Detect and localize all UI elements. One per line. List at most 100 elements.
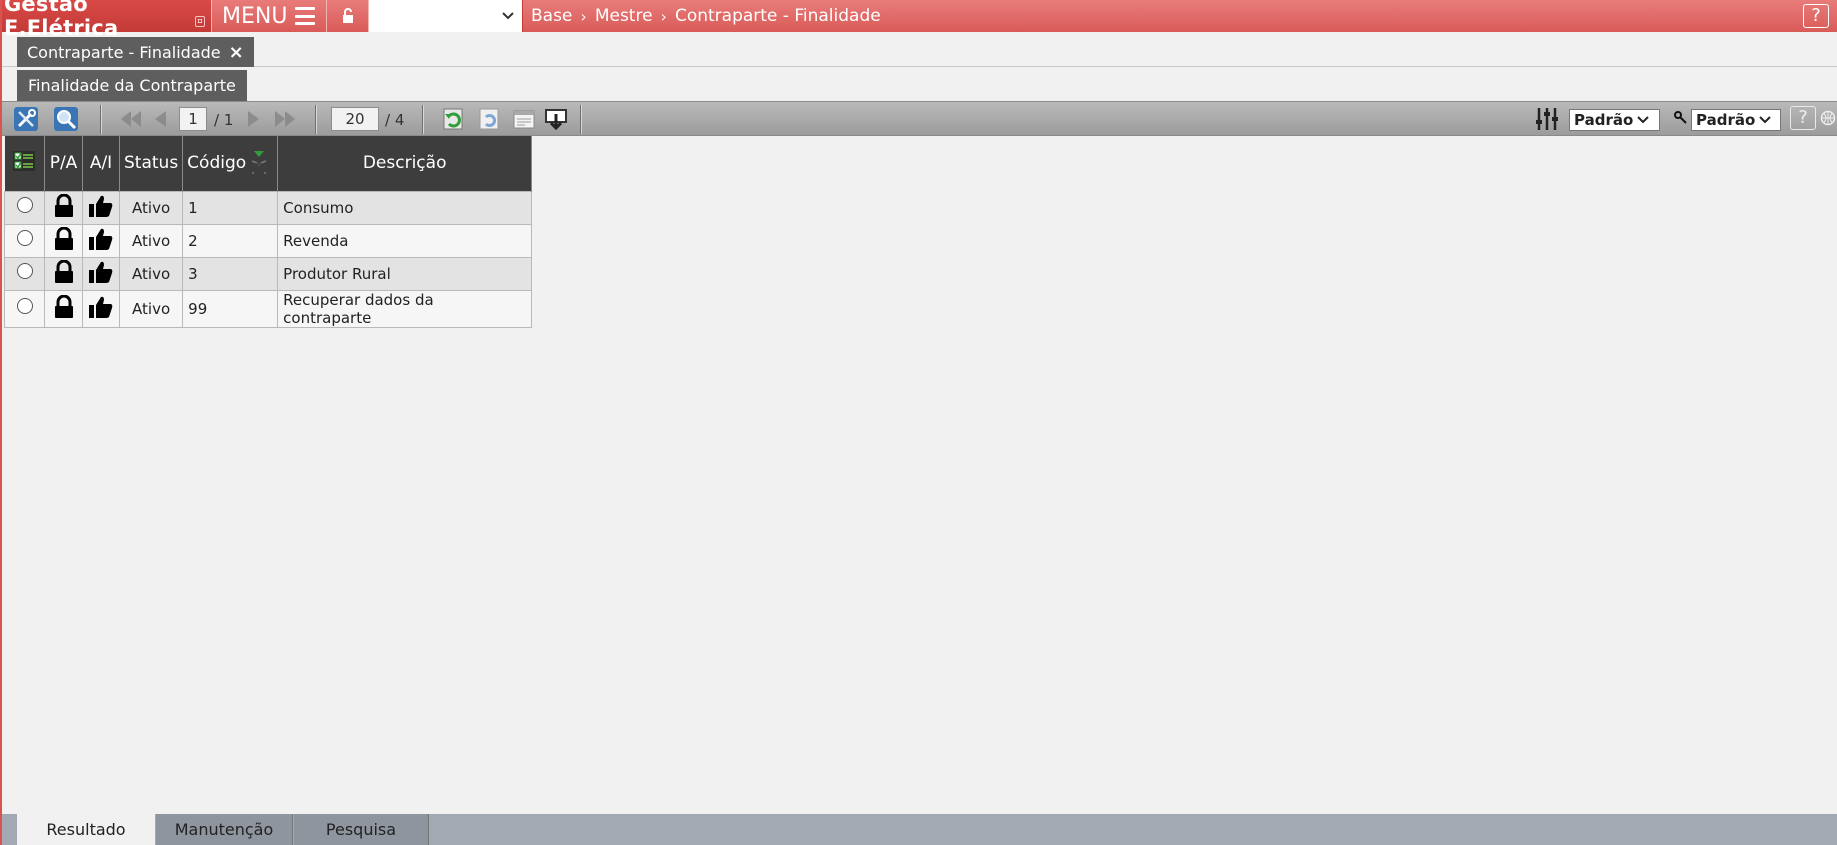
checklist-icon <box>13 150 36 171</box>
double-arrow-right-icon <box>275 111 295 127</box>
refresh-icon <box>443 108 463 130</box>
record-total: / 4 <box>385 111 405 129</box>
document-tabs: Contraparte - Finalidade × <box>2 33 1837 67</box>
row-radio[interactable] <box>4 256 45 291</box>
globe-icon[interactable] <box>1820 110 1836 126</box>
table-row[interactable]: Ativo 99 Recuperar dados da contraparte <box>4 289 533 328</box>
page-current-field[interactable]: 1 <box>178 106 208 132</box>
radio-button[interactable] <box>16 230 33 246</box>
row-radio[interactable] <box>4 190 45 225</box>
layout-button[interactable] <box>510 106 538 132</box>
codigo-cell: 1 <box>182 190 279 225</box>
status-cell: Ativo <box>118 256 184 291</box>
chevron-down-icon <box>1637 116 1649 124</box>
tools-icon <box>14 107 38 131</box>
lock-icon[interactable] <box>44 190 83 225</box>
thumbs-up-icon[interactable] <box>82 256 120 291</box>
descricao-cell: Consumo <box>277 190 533 225</box>
page-current-value: 1 <box>179 107 207 131</box>
layout-select[interactable]: Padrão <box>1569 109 1660 131</box>
filter-select[interactable]: Padrão <box>1691 109 1781 131</box>
first-page-button[interactable] <box>119 106 143 132</box>
column-header-pa[interactable]: P/A <box>44 136 83 191</box>
unlock-button[interactable] <box>327 0 369 32</box>
lock-icon[interactable] <box>44 223 83 258</box>
radio-button[interactable] <box>16 197 33 213</box>
menu-button[interactable]: MENU <box>212 0 327 32</box>
hamburger-icon <box>295 7 316 25</box>
row-radio[interactable] <box>4 223 45 258</box>
lock-icon[interactable] <box>44 256 83 291</box>
key-icon <box>1674 105 1688 131</box>
last-page-button[interactable] <box>273 106 297 132</box>
descricao-cell: Recuperar dados da contraparte <box>277 289 533 328</box>
tab-pesquisa[interactable]: Pesquisa <box>294 814 429 845</box>
column-header-descricao[interactable]: Descrição <box>277 136 533 191</box>
table-row[interactable]: Ativo 3 Produtor Rural <box>4 256 533 291</box>
layout-select-value: Padrão <box>1574 111 1634 129</box>
help-button[interactable]: ? <box>1803 4 1829 28</box>
pin-icon[interactable]: ⌑ <box>195 16 205 27</box>
result-grid: P/A A/I Status Código Descrição Ativo 1 … <box>4 136 533 328</box>
column-header-codigo-label: Código <box>187 153 247 174</box>
codigo-cell: 3 <box>182 256 279 291</box>
company-select[interactable] <box>369 0 523 32</box>
descricao-cell: Revenda <box>277 223 533 258</box>
toolbar-separator <box>422 105 424 134</box>
page-total: / 1 <box>214 111 234 129</box>
descricao-cell: Produtor Rural <box>277 256 533 291</box>
breadcrumb-item-base[interactable]: Base <box>531 6 572 26</box>
window-icon <box>513 110 535 129</box>
chevron-right-icon: › <box>580 6 587 26</box>
export-button[interactable] <box>542 106 570 132</box>
table-row[interactable]: Ativo 1 Consumo <box>4 190 533 225</box>
app-title[interactable]: Gestão E.Elétrica ⌑ <box>2 0 212 40</box>
breadcrumb-item-current: Contraparte - Finalidade <box>674 6 881 26</box>
page-size-value: 20 <box>331 107 379 131</box>
search-button[interactable] <box>52 106 80 132</box>
arrow-left-icon <box>155 111 166 127</box>
status-cell: Ativo <box>118 190 184 225</box>
tab-manutencao[interactable]: Manutenção <box>156 814 293 845</box>
tab-contraparte-finalidade[interactable]: Contraparte - Finalidade × <box>17 37 254 67</box>
tab-finalidade-da-contraparte[interactable]: Finalidade da Contraparte <box>17 70 247 101</box>
column-header-codigo[interactable]: Código <box>182 136 279 191</box>
tab-resultado[interactable]: Resultado <box>17 814 155 845</box>
breadcrumb: Base › Mestre › Contraparte - Finalidade <box>523 6 881 26</box>
tools-button[interactable] <box>12 106 40 132</box>
refresh-button[interactable] <box>440 106 468 132</box>
radio-button[interactable] <box>16 298 33 314</box>
toolbar-help-button[interactable]: ? <box>1790 106 1816 130</box>
column-header-ai[interactable]: A/I <box>82 136 120 191</box>
tab-label: Contraparte - Finalidade <box>27 42 221 62</box>
thumbs-up-icon[interactable] <box>82 223 120 258</box>
lock-icon[interactable] <box>44 289 83 328</box>
filter-select-value: Padrão <box>1696 111 1756 129</box>
codigo-cell: 99 <box>182 289 279 328</box>
arrow-right-icon <box>248 111 259 127</box>
grid-header-row: P/A A/I Status Código Descrição <box>4 136 533 191</box>
row-radio[interactable] <box>4 289 45 328</box>
radio-button[interactable] <box>16 263 33 279</box>
select-all-header[interactable] <box>4 136 45 191</box>
menu-label: MENU <box>222 3 288 29</box>
reload-icon <box>479 108 499 130</box>
toolbar-separator <box>100 105 102 134</box>
column-settings-button[interactable] <box>1533 106 1561 132</box>
column-header-status[interactable]: Status <box>119 136 184 191</box>
thumbs-up-icon[interactable] <box>82 289 120 328</box>
double-arrow-left-icon <box>121 111 141 127</box>
reload-button[interactable] <box>476 106 504 132</box>
table-row[interactable]: Ativo 2 Revenda <box>4 223 533 258</box>
prev-page-button[interactable] <box>152 106 168 132</box>
close-icon[interactable]: × <box>229 42 244 63</box>
toolbar-separator <box>580 105 582 134</box>
breadcrumb-item-mestre[interactable]: Mestre <box>595 6 653 26</box>
toolbar-separator <box>315 105 317 134</box>
next-page-button[interactable] <box>246 106 262 132</box>
thumbs-up-icon[interactable] <box>82 190 120 225</box>
unlock-icon <box>342 8 353 23</box>
page-size-field[interactable]: 20 <box>330 106 380 132</box>
search-icon <box>54 107 78 131</box>
sub-tabs: Finalidade da Contraparte <box>2 68 1837 101</box>
